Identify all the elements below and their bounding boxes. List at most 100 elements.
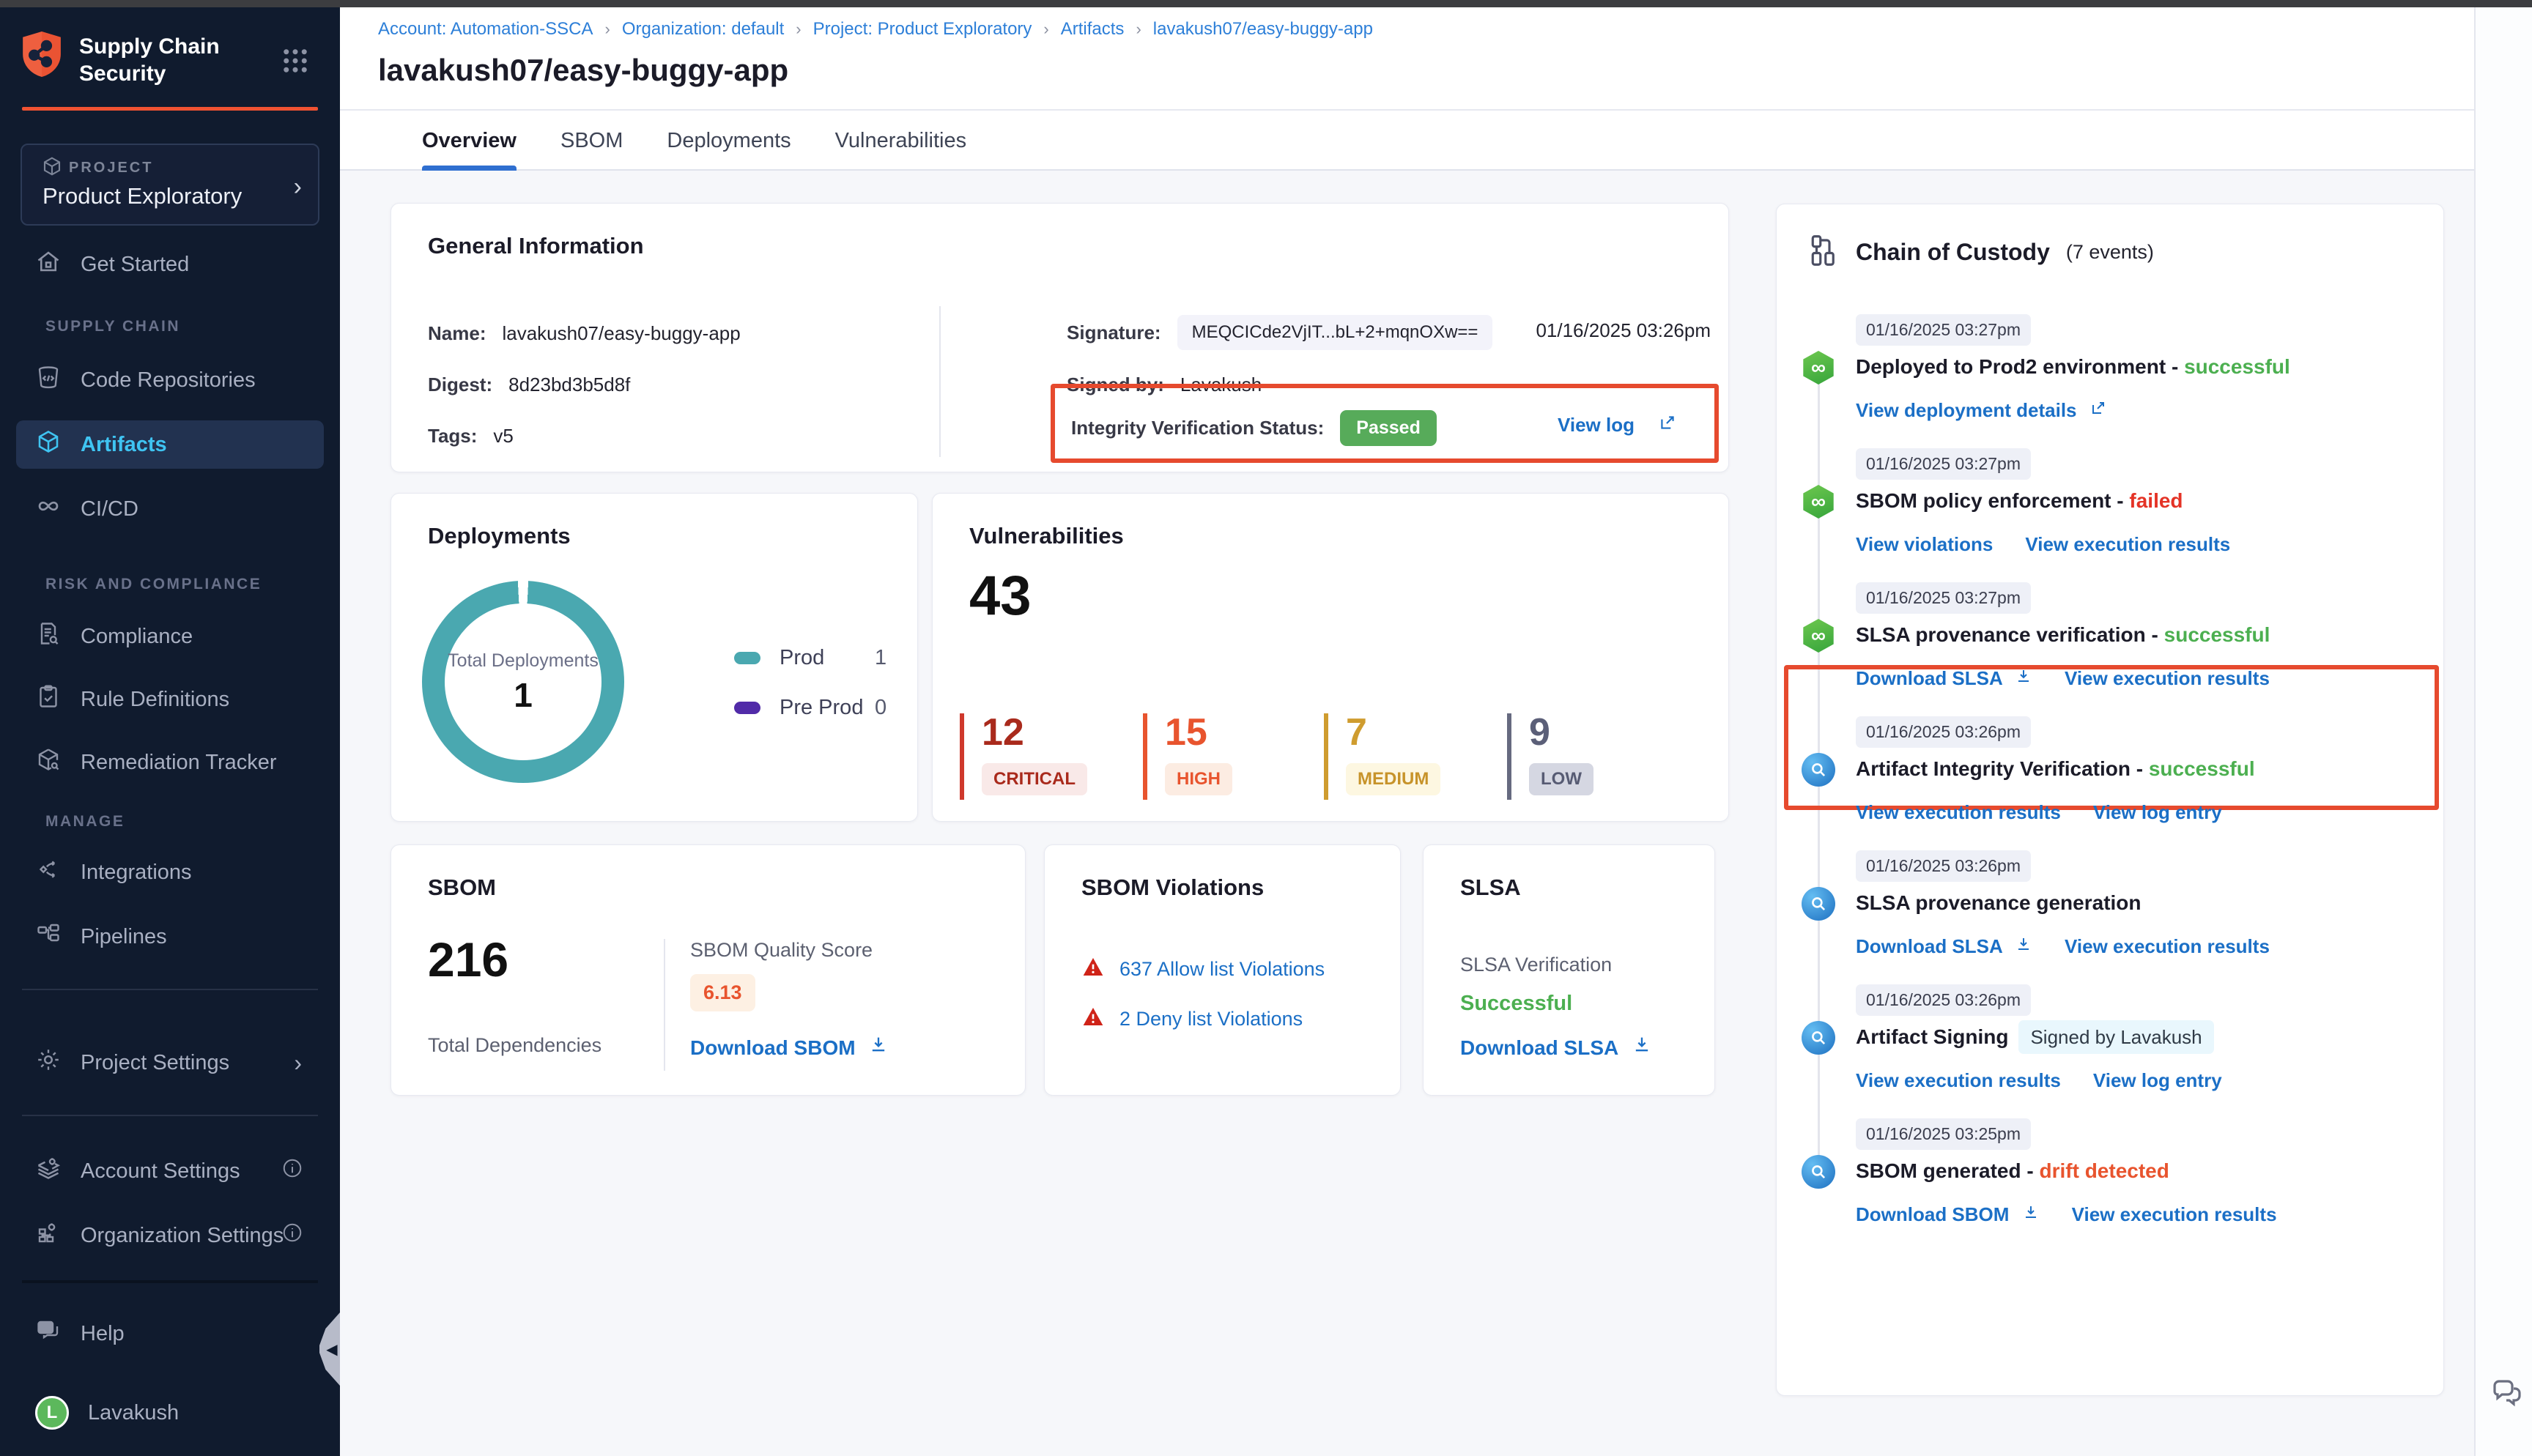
low-count: 9 bbox=[1529, 713, 1593, 751]
view-execution-results-link[interactable]: View execution results bbox=[1856, 1069, 2061, 1092]
download-slsa-link[interactable]: Download SLSA bbox=[1460, 1036, 1618, 1059]
download-icon bbox=[2015, 935, 2032, 958]
pre-prod-legend-swatch bbox=[734, 702, 760, 714]
avatar: L bbox=[35, 1396, 69, 1430]
tags-label: Tags: bbox=[428, 425, 477, 447]
pipeline-hexagon-icon: ∞ bbox=[1802, 619, 1835, 653]
view-log-entry-link[interactable]: View log entry bbox=[2093, 801, 2222, 824]
event-links: Download SLSA View execution results bbox=[1856, 935, 2270, 958]
sidebar-item-pipelines[interactable]: Pipelines bbox=[16, 913, 324, 961]
project-selector[interactable]: PROJECT Product Exploratory › bbox=[21, 144, 319, 226]
event-title: SBOM generated - drift detected bbox=[1856, 1159, 2169, 1183]
card-title: SBOM Violations bbox=[1081, 874, 1264, 901]
project-label: PROJECT bbox=[69, 160, 153, 177]
download-sbom-link[interactable]: Download SBOM bbox=[690, 1036, 856, 1059]
module-grid-icon[interactable] bbox=[280, 45, 311, 80]
vertical-divider bbox=[939, 306, 941, 457]
breadcrumb-separator: › bbox=[604, 20, 610, 39]
chain-of-custody-header: Chain of Custody (7 events) bbox=[1809, 234, 2154, 271]
sidebar-item-code-repositories[interactable]: Code Repositories bbox=[16, 356, 324, 404]
sidebar-item-rule-definitions[interactable]: Rule Definitions bbox=[16, 675, 324, 724]
sidebar-item-compliance[interactable]: Compliance bbox=[16, 612, 324, 661]
breadcrumb-account[interactable]: Account: Automation-SSCA bbox=[378, 19, 593, 40]
view-violations-link[interactable]: View violations bbox=[1856, 533, 1993, 556]
sidebar-item-organization-settings[interactable]: Organization Settings bbox=[16, 1211, 324, 1260]
tab-sbom[interactable]: SBOM bbox=[560, 111, 623, 171]
critical-badge: CRITICAL bbox=[982, 763, 1087, 795]
event-title: Artifact SigningSigned by Lavakush bbox=[1856, 1025, 2214, 1049]
chain-of-custody-title: Chain of Custody bbox=[1856, 239, 2050, 266]
slsa-verification-status: Successful bbox=[1460, 992, 1572, 1016]
event-links: Download SLSA View execution results bbox=[1856, 667, 2270, 690]
info-icon[interactable] bbox=[281, 1222, 303, 1249]
sbom-total: 216 bbox=[428, 932, 508, 987]
download-icon bbox=[868, 1034, 889, 1060]
pipeline-hexagon-icon: ∞ bbox=[1802, 485, 1835, 519]
legend-label: Prod bbox=[780, 646, 824, 670]
view-execution-results-link[interactable]: View execution results bbox=[2072, 1203, 2277, 1226]
view-log-row: View log bbox=[1558, 413, 1677, 437]
help-chat-icon: ? bbox=[35, 1318, 62, 1350]
view-deployment-details-link[interactable]: View deployment details bbox=[1856, 399, 2107, 422]
chain-of-custody-icon bbox=[1809, 234, 1840, 271]
sidebar-item-project-settings[interactable]: Project Settings › bbox=[16, 1039, 324, 1087]
sidebar-divider bbox=[22, 1280, 318, 1283]
sidebar-item-label: Integrations bbox=[81, 861, 192, 885]
view-log-entry-link[interactable]: View log entry bbox=[2093, 1069, 2222, 1092]
tags-value: v5 bbox=[493, 425, 513, 447]
sidebar-item-integrations[interactable]: Integrations bbox=[16, 848, 324, 896]
download-sbom-row: Download SBOM bbox=[690, 1034, 889, 1060]
status-badge: Passed bbox=[1340, 410, 1437, 446]
tab-deployments[interactable]: Deployments bbox=[667, 111, 791, 171]
breadcrumb-current[interactable]: lavakush07/easy-buggy-app bbox=[1153, 19, 1373, 40]
deny-list-violations-link[interactable]: 2 Deny list Violations bbox=[1119, 1008, 1303, 1030]
breadcrumb-project[interactable]: Project: Product Exploratory bbox=[813, 19, 1032, 40]
legend-item-pre-prod: Pre Prod 0 bbox=[734, 696, 917, 720]
collapse-arrow-icon: ◀ bbox=[326, 1340, 337, 1359]
user-menu[interactable]: L Lavakush bbox=[16, 1389, 324, 1437]
view-execution-results-link[interactable]: View execution results bbox=[2025, 533, 2230, 556]
brand-accent-rule bbox=[22, 107, 318, 111]
support-chat-icon[interactable] bbox=[2489, 1377, 2524, 1416]
verification-magnifier-icon bbox=[1802, 753, 1835, 787]
view-execution-results-link[interactable]: View execution results bbox=[2065, 935, 2270, 958]
project-cube-icon bbox=[41, 155, 63, 181]
sidebar-item-label: Organization Settings bbox=[81, 1224, 284, 1248]
sidebar-item-get-started[interactable]: Get Started bbox=[16, 240, 324, 289]
sidebar-item-help[interactable]: ? Help bbox=[16, 1310, 324, 1358]
breadcrumb-organization[interactable]: Organization: default bbox=[622, 19, 784, 40]
info-icon[interactable] bbox=[281, 1157, 303, 1185]
verification-magnifier-icon bbox=[1802, 1155, 1835, 1189]
card-title: Vulnerabilities bbox=[969, 523, 1124, 549]
event-timestamp: 01/16/2025 03:26pm bbox=[1856, 850, 2031, 882]
tab-vulnerabilities[interactable]: Vulnerabilities bbox=[835, 111, 966, 171]
event-links: Download SBOM View execution results bbox=[1856, 1203, 2277, 1226]
download-slsa-row: Download SLSA bbox=[1460, 1034, 1652, 1060]
sidebar-item-remediation-tracker[interactable]: Remediation Tracker bbox=[16, 738, 324, 787]
allow-list-violations-link[interactable]: 637 Allow list Violations bbox=[1119, 958, 1325, 981]
card-title: General Information bbox=[428, 233, 644, 259]
download-slsa-link[interactable]: Download SLSA bbox=[1856, 667, 2032, 690]
sidebar-item-cicd[interactable]: CI/CD bbox=[16, 485, 324, 533]
sidebar-divider bbox=[22, 989, 318, 990]
sidebar-item-artifacts[interactable]: Artifacts bbox=[16, 420, 324, 469]
download-slsa-link[interactable]: Download SLSA bbox=[1856, 935, 2032, 958]
signed-by-badge: Signed by Lavakush bbox=[2018, 1020, 2213, 1054]
view-execution-results-link[interactable]: View execution results bbox=[1856, 801, 2061, 824]
sidebar-item-label: Project Settings bbox=[81, 1051, 229, 1075]
tab-overview[interactable]: Overview bbox=[422, 111, 517, 171]
warning-triangle-icon bbox=[1081, 1005, 1105, 1033]
view-log-link[interactable]: View log bbox=[1558, 414, 1635, 437]
chevron-right-icon: › bbox=[294, 1050, 302, 1077]
event-timestamp: 01/16/2025 03:27pm bbox=[1856, 448, 2031, 480]
donut-center-label: Total Deployments bbox=[448, 649, 599, 674]
view-execution-results-link[interactable]: View execution results bbox=[2065, 667, 2270, 690]
chain-of-custody-panel: Chain of Custody (7 events) ∞ 01/16/2025… bbox=[1776, 204, 2444, 1396]
sidebar-item-account-settings[interactable]: Account Settings bbox=[16, 1147, 324, 1195]
download-sbom-link[interactable]: Download SBOM bbox=[1856, 1203, 2040, 1226]
slsa-verification-label: SLSA Verification bbox=[1460, 954, 1612, 976]
event-links: View deployment details bbox=[1856, 399, 2107, 422]
sidebar-item-label: Artifacts bbox=[81, 433, 167, 457]
sidebar-item-label: Account Settings bbox=[81, 1159, 240, 1184]
breadcrumb-artifacts[interactable]: Artifacts bbox=[1061, 19, 1125, 40]
